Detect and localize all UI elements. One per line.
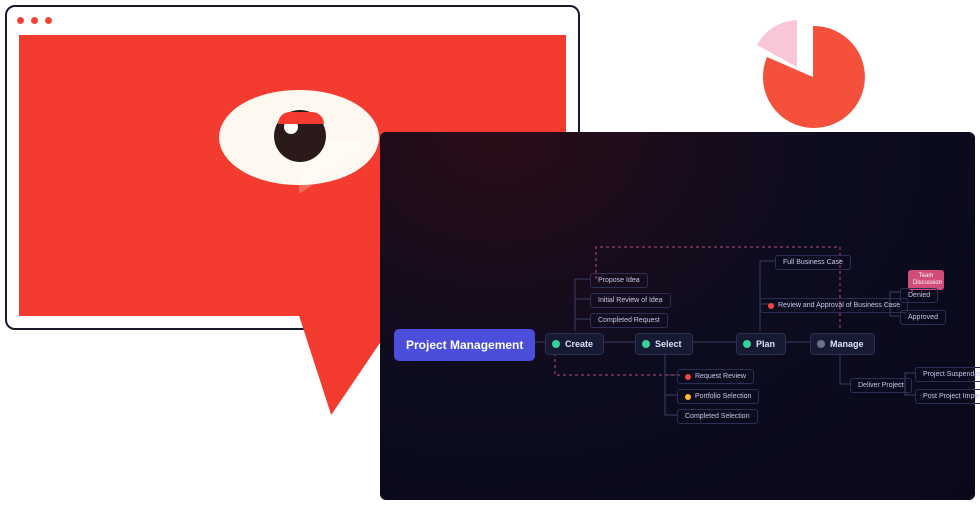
mindmap-canvas: Project Management Create Select Plan Ma… (380, 132, 975, 500)
status-dot-red (768, 303, 774, 309)
leaf-label: Completed Selection (685, 413, 750, 420)
leaf-initial-review[interactable]: Initial Review of Idea (590, 293, 671, 308)
leaf-label: Request Review (695, 373, 746, 380)
connector-lines (380, 132, 975, 500)
leaf-label: Completed Request (598, 317, 660, 324)
stage-manage[interactable]: Manage (810, 333, 875, 355)
leaf-review-approval[interactable]: Review and Approval of Business Case (760, 298, 908, 313)
leaf-request-review[interactable]: Request Review (677, 369, 754, 384)
stage-label: Select (655, 339, 682, 349)
status-dot-green (642, 340, 650, 348)
leaf-portfolio-selection[interactable]: Portfolio Selection (677, 389, 759, 404)
stage-label: Plan (756, 339, 775, 349)
leaf-label: Full Business Case (783, 259, 843, 266)
leaf-label: Project Suspended (923, 371, 980, 378)
window-dot-close (17, 17, 24, 24)
leaf-completed-request[interactable]: Completed Request (590, 313, 668, 328)
leaf-label: Denied (908, 292, 930, 299)
pie-chart-icon (735, 12, 875, 152)
leaf-label: Initial Review of Idea (598, 297, 663, 304)
window-titlebar (7, 7, 578, 33)
tag-team-discussion: Team Discussion (908, 270, 944, 290)
status-dot-green (743, 340, 751, 348)
leaf-denied[interactable]: Denied (900, 288, 938, 303)
status-dot-red (685, 374, 691, 380)
stage-select[interactable]: Select (635, 333, 693, 355)
window-dot-min (31, 17, 38, 24)
stage-label: Create (565, 339, 593, 349)
window-dot-max (45, 17, 52, 24)
status-dot-gray (817, 340, 825, 348)
stage-plan[interactable]: Plan (736, 333, 786, 355)
mindmap-window: Project Management Create Select Plan Ma… (380, 132, 975, 500)
stage-create[interactable]: Create (545, 333, 604, 355)
leaf-completed-selection[interactable]: Completed Selection (677, 409, 758, 424)
leaf-approved[interactable]: Approved (900, 310, 946, 325)
leaf-label: Propose Idea (598, 277, 640, 284)
leaf-post-implementation[interactable]: Post Project Implementation (915, 389, 980, 404)
leaf-propose-idea[interactable]: Propose Idea (590, 273, 648, 288)
leaf-label: Deliver Project (858, 382, 904, 389)
leaf-deliver-project[interactable]: Deliver Project (850, 378, 912, 393)
leaf-label: Review and Approval of Business Case (778, 302, 900, 309)
leaf-label: Portfolio Selection (695, 393, 751, 400)
eye-icon (219, 90, 379, 185)
leaf-full-business-case[interactable]: Full Business Case (775, 255, 851, 270)
root-node[interactable]: Project Management (394, 329, 535, 361)
leaf-label: Post Project Implementation (923, 393, 980, 400)
status-dot-green (552, 340, 560, 348)
root-label: Project Management (406, 338, 523, 352)
tag-label: Team Discussion (913, 273, 942, 286)
leaf-project-suspended[interactable]: Project Suspended (915, 367, 980, 382)
status-dot-yellow (685, 394, 691, 400)
leaf-label: Approved (908, 314, 938, 321)
stage-label: Manage (830, 339, 864, 349)
